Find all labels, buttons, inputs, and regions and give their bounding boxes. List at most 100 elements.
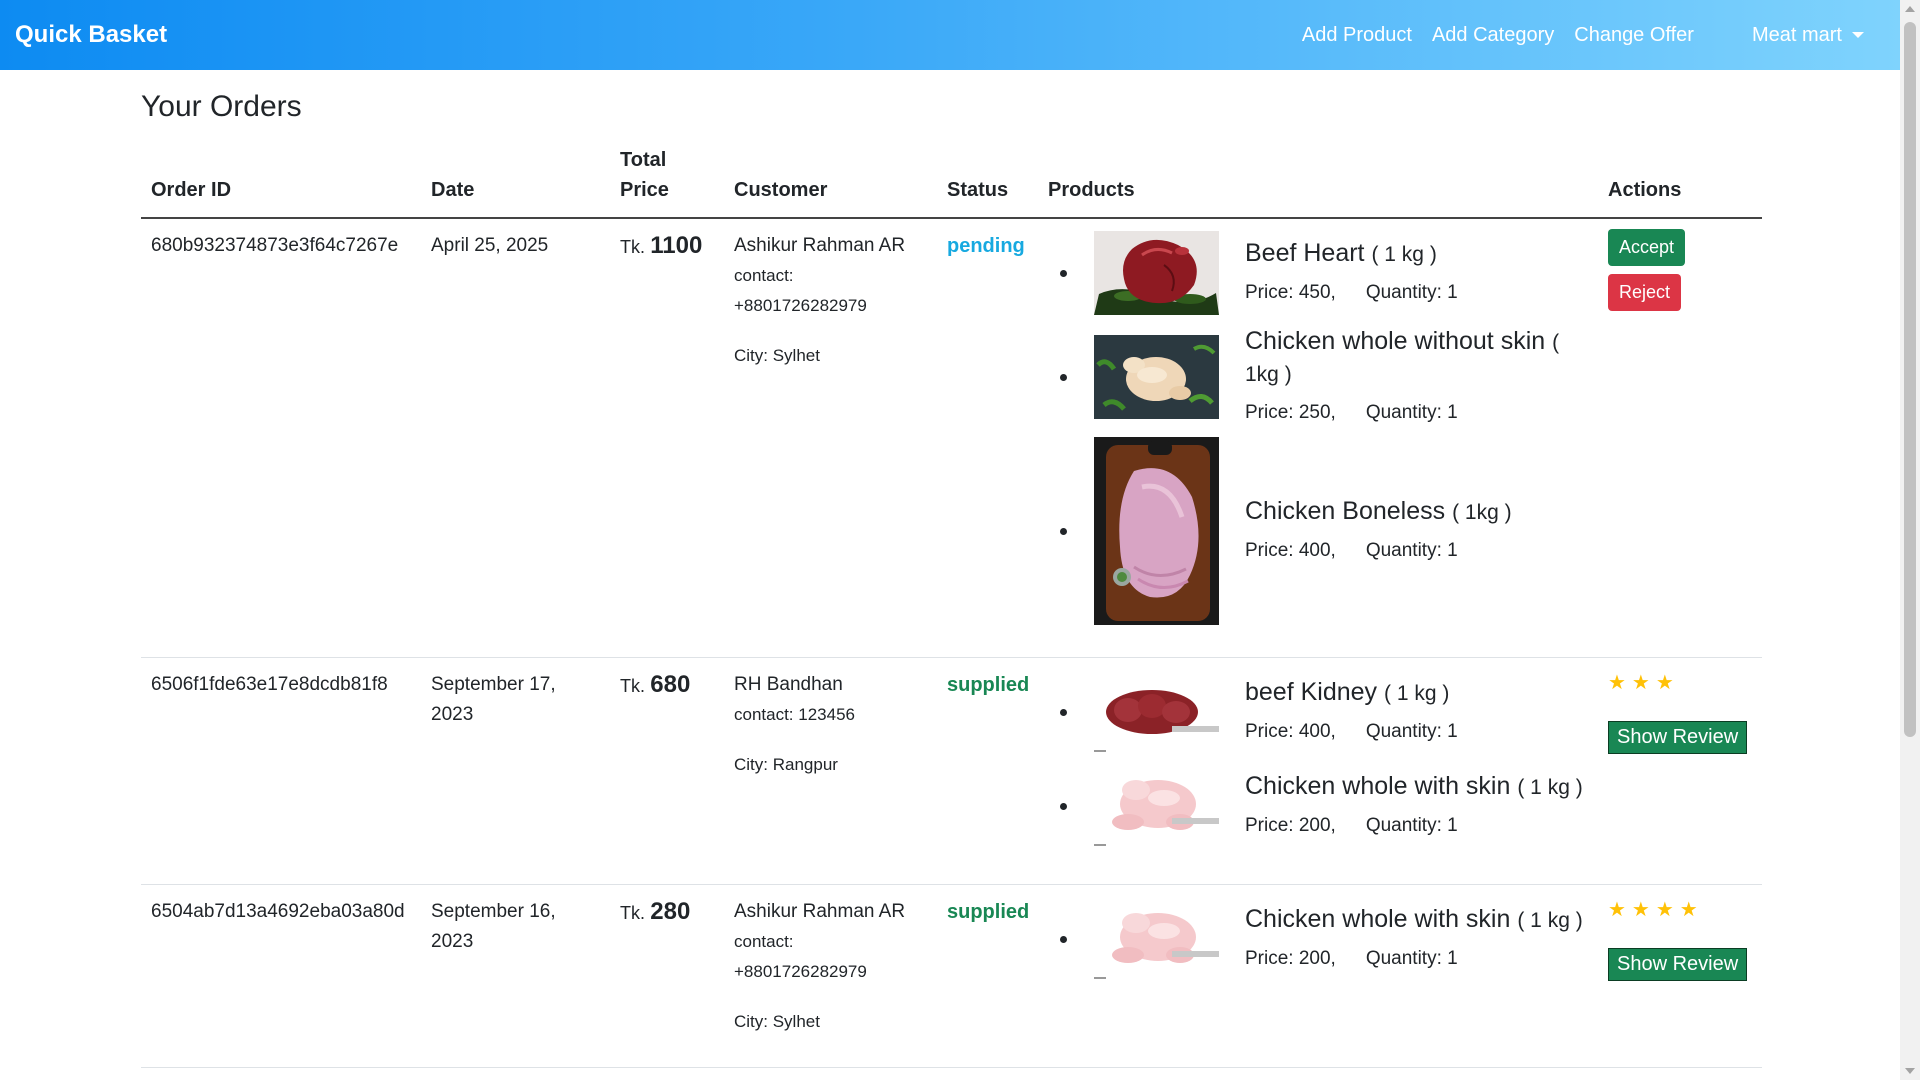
order-actions: ★★★★ Show Review (1608, 895, 1748, 981)
order-actions: ★★★ Show Review (1608, 668, 1748, 754)
scroll-down-arrow-icon[interactable] (1905, 1068, 1915, 1074)
list-bullet (1060, 269, 1067, 277)
chicken-whole-without-skin-photo (1094, 335, 1219, 419)
order-date: September 16, 2023 (431, 901, 556, 952)
header-status: Status (947, 179, 1009, 201)
chicken-whole-with-skin-photo (1094, 897, 1219, 981)
customer-name: RH Bandhan (734, 674, 843, 695)
reject-button[interactable]: Reject (1608, 274, 1682, 311)
product-info: Chicken Boneless ( 1kg ) Price: 400, Quan… (1245, 496, 1512, 566)
product-quantity: Quantity: 1 (1365, 402, 1458, 423)
status-badge: pending (947, 235, 1025, 257)
brand-logo[interactable]: Quick Basket (15, 21, 167, 49)
order-date: September 17, 2023 (431, 674, 556, 725)
order-id: 6506f1fde63e17e8dcdb81f8 (151, 674, 388, 695)
product-name: Beef Heart (1245, 239, 1365, 267)
chicken-whole-with-skin-photo (1094, 764, 1219, 848)
rating-stars: ★★★★ (1608, 899, 1704, 921)
caret-down-icon (1852, 32, 1864, 38)
product-name: Chicken Boneless (1245, 497, 1446, 525)
show-review-button[interactable]: Show Review (1608, 948, 1748, 981)
page-title: Your Orders (141, 90, 302, 123)
order-total: Tk. 680 (620, 670, 690, 702)
product-quantity: Quantity: 1 (1365, 948, 1458, 969)
product-price: Price: 250, (1245, 402, 1336, 423)
customer-name: Ashikur Rahman AR (734, 901, 906, 922)
product-price: Price: 200, (1245, 815, 1336, 836)
currency-label: Tk. (620, 676, 645, 696)
customer-contact: contact: 123456 (734, 705, 855, 724)
order-id: 680b932374873e3f64c7267e (151, 235, 399, 256)
customer-city: City: Rangpur (734, 755, 838, 774)
customer-info: Ashikur Rahman AR contact: +880172628297… (734, 231, 909, 371)
list-bullet (1060, 708, 1067, 716)
header-actions: Actions (1608, 179, 1682, 201)
show-review-button[interactable]: Show Review (1608, 721, 1748, 754)
customer-city: City: Sylhet (734, 1012, 820, 1031)
currency-label: Tk. (620, 903, 645, 923)
product-unit: ( 1kg ) (1452, 501, 1512, 524)
total-amount: 280 (650, 898, 691, 925)
header-date: Date (431, 179, 475, 201)
beef-kidney-photo (1094, 670, 1219, 754)
header-total-price-line1: Total (620, 149, 667, 171)
customer-city: City: Sylhet (734, 346, 820, 365)
currency-label: Tk. (620, 237, 645, 257)
order-total: Tk. 280 (620, 897, 690, 929)
product-info: Chicken whole with skin ( 1 kg ) Price: … (1245, 904, 1583, 974)
store-dropdown[interactable]: Meat mart (1752, 24, 1864, 47)
order-date: April 25, 2025 (431, 235, 549, 256)
product-price: Price: 450, (1245, 282, 1336, 303)
rating-stars: ★★★ (1608, 672, 1680, 694)
product-name: Chicken whole with skin (1245, 905, 1511, 933)
product-quantity: Quantity: 1 (1365, 540, 1458, 561)
product-item: Chicken whole with skin ( 1 kg ) Price: … (1060, 764, 1756, 848)
product-info: Chicken whole with skin ( 1 kg ) Price: … (1245, 771, 1583, 841)
product-price: Price: 200, (1245, 948, 1336, 969)
header-total-price-line2: Price (620, 179, 669, 201)
product-unit: ( 1 kg ) (1384, 682, 1450, 705)
header-total-price: Total Price (620, 145, 669, 205)
order-id: 6504ab7d13a4692eba03a80d (151, 901, 405, 922)
product-price: Price: 400, (1245, 721, 1336, 742)
status-badge: supplied (947, 674, 1030, 696)
product-name: beef Kidney (1245, 678, 1378, 706)
total-amount: 1100 (650, 232, 703, 259)
scroll-thumb[interactable] (1904, 22, 1916, 737)
chicken-boneless-photo (1094, 437, 1219, 625)
product-price: Price: 400, (1245, 540, 1336, 561)
scroll-up-arrow-icon[interactable] (1905, 6, 1915, 12)
product-item: Chicken Boneless ( 1kg ) Price: 400, Quan… (1060, 437, 1756, 625)
beef-heart-photo (1094, 231, 1219, 315)
product-item: Chicken whole without skin ( 1kg ) Price… (1060, 327, 1756, 423)
customer-info: Ashikur Rahman AR contact: +880172628297… (734, 897, 909, 1037)
page-scrollbar[interactable] (1900, 0, 1920, 1080)
navbar: Quick Basket Add Product Add Category Ch… (0, 0, 1900, 70)
header-customer: Customer (734, 179, 828, 201)
list-bullet (1060, 935, 1067, 943)
product-unit: ( 1 kg ) (1517, 909, 1583, 932)
list-bullet (1060, 373, 1067, 381)
nav-link-change-offer[interactable]: Change Offer (1574, 24, 1694, 47)
nav-link-add-product[interactable]: Add Product (1302, 24, 1412, 47)
product-unit: ( 1 kg ) (1517, 776, 1583, 799)
table-row: 680b932374873e3f64c7267e April 25, 2025 … (141, 219, 1762, 658)
header-order-id: Order ID (151, 179, 232, 201)
store-dropdown-label: Meat mart (1751, 23, 1842, 46)
customer-contact: contact: +8801726282979 (734, 266, 867, 315)
nav-link-add-category[interactable]: Add Category (1432, 24, 1554, 47)
product-name: Chicken whole without skin (1245, 327, 1546, 355)
header-products: Products (1048, 179, 1135, 201)
accept-button[interactable]: Accept (1608, 229, 1686, 266)
table-row: 6504ab7d13a4692eba03a80d September 16, 2… (141, 885, 1762, 1068)
status-badge: supplied (947, 901, 1030, 923)
table-header: Order ID Date Total Price Customer Statu… (141, 143, 1762, 219)
customer-info: RH Bandhan contact: 123456 City: Rangpur (734, 670, 855, 780)
customer-contact: contact: +8801726282979 (734, 932, 867, 981)
product-quantity: Quantity: 1 (1365, 282, 1458, 303)
total-amount: 680 (650, 671, 691, 698)
list-bullet (1060, 802, 1067, 810)
nav-links: Add Product Add Category Change Offer Me… (1282, 24, 1864, 47)
orders-table: Order ID Date Total Price Customer Statu… (141, 143, 1762, 1068)
product-quantity: Quantity: 1 (1365, 815, 1458, 836)
